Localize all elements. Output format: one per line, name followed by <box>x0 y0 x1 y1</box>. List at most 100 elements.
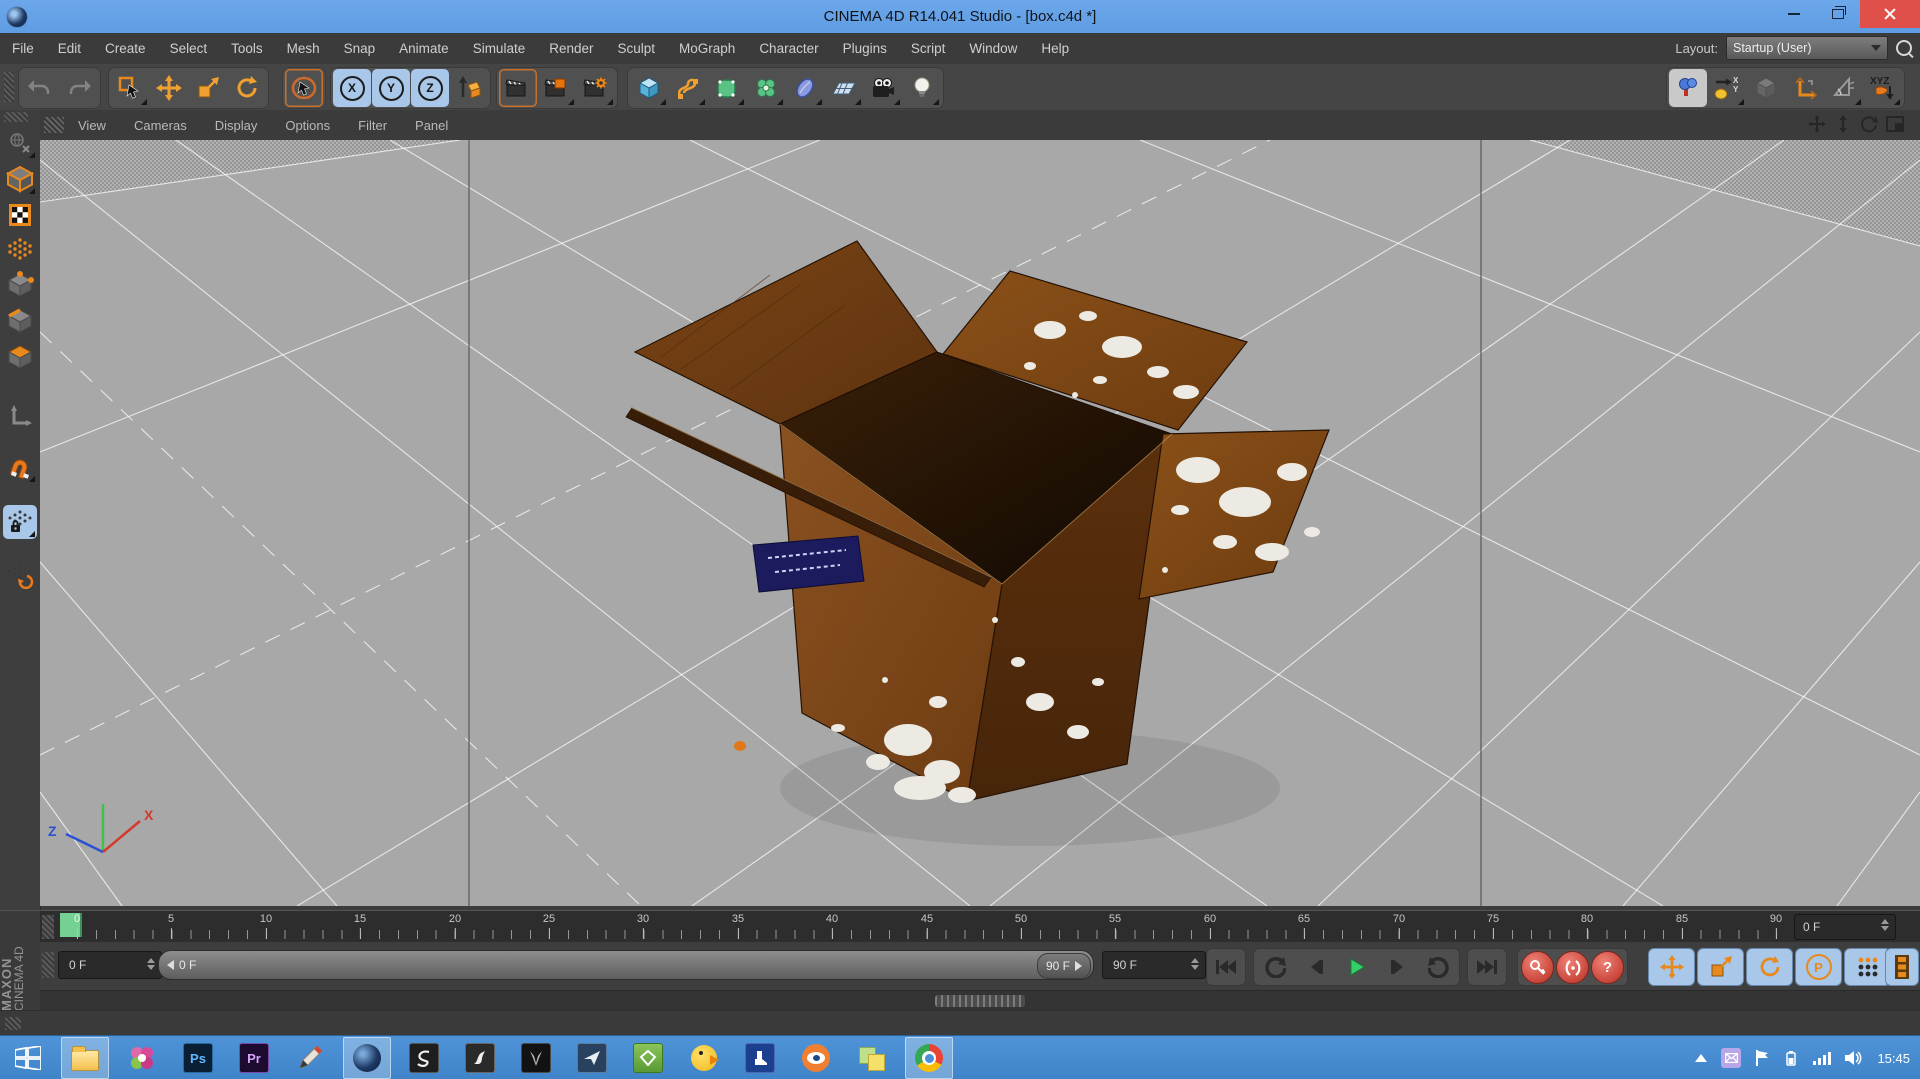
taskbar-file-explorer[interactable] <box>61 1037 109 1079</box>
current-frame-field[interactable]: 0 F <box>1794 914 1896 940</box>
add-subdivision-surface-button[interactable] <box>708 69 746 107</box>
start-frame-field[interactable]: 0 F <box>58 951 162 979</box>
menu-select[interactable]: Select <box>158 41 220 56</box>
viewport-grip[interactable] <box>44 117 64 133</box>
taskbar-blue-app[interactable] <box>569 1038 615 1078</box>
menu-script[interactable]: Script <box>899 41 958 56</box>
redo-button[interactable] <box>60 69 98 107</box>
previous-frame-button[interactable] <box>1295 949 1336 985</box>
play-button[interactable] <box>1336 949 1377 985</box>
start-frame-stepper[interactable] <box>147 958 155 970</box>
mail-tray-icon[interactable] <box>1721 1048 1742 1068</box>
add-camera-button[interactable] <box>864 69 902 107</box>
action-center-flag-icon[interactable] <box>1755 1050 1769 1066</box>
taskbar-sketch-app[interactable] <box>287 1038 333 1078</box>
network-signal-icon[interactable] <box>1813 1051 1832 1065</box>
speaker-icon[interactable] <box>1845 1050 1863 1066</box>
move-tool-button[interactable] <box>150 69 188 107</box>
menu-sculpt[interactable]: Sculpt <box>606 41 668 56</box>
add-floor-button[interactable] <box>825 69 863 107</box>
menu-edit[interactable]: Edit <box>46 41 93 56</box>
taskbar-cinema4d[interactable] <box>343 1037 391 1079</box>
menu-help[interactable]: Help <box>1029 41 1081 56</box>
workplane-tool-button[interactable]: XY <box>1708 69 1746 107</box>
workplane-mode-button[interactable] <box>3 232 37 266</box>
taskbar-green-app[interactable] <box>625 1038 671 1078</box>
lock-x-axis-button[interactable]: X <box>333 69 371 107</box>
lock-z-axis-button[interactable]: Z <box>411 69 449 107</box>
taskbar-media-app[interactable] <box>119 1038 165 1078</box>
menu-simulate[interactable]: Simulate <box>461 41 538 56</box>
go-to-start-button[interactable] <box>1206 948 1246 986</box>
lock-workplane-button[interactable] <box>3 505 37 539</box>
play-forwards-button[interactable] <box>1418 949 1459 985</box>
taskbar-sticky-notes[interactable] <box>849 1038 895 1078</box>
taskbar-premiere[interactable]: Pr <box>231 1038 277 1078</box>
taskbar-app-s[interactable] <box>401 1038 447 1078</box>
vp-menu-options[interactable]: Options <box>271 118 344 133</box>
menu-mograph[interactable]: MoGraph <box>667 41 747 56</box>
render-settings-button[interactable] <box>577 69 615 107</box>
minimize-button[interactable] <box>1772 0 1816 28</box>
go-to-end-button[interactable] <box>1467 948 1507 986</box>
transport-grip[interactable] <box>42 952 54 978</box>
scrollbar-thumb[interactable] <box>935 995 1025 1007</box>
add-light-button[interactable] <box>903 69 941 107</box>
end-frame-field[interactable]: 90 F <box>1102 951 1206 979</box>
cardboard-box-model[interactable] <box>625 240 1330 846</box>
render-view-button[interactable] <box>499 69 537 107</box>
menu-window[interactable]: Window <box>957 41 1029 56</box>
next-frame-button[interactable] <box>1377 949 1418 985</box>
menu-file[interactable]: File <box>0 41 46 56</box>
viewport-toggle-icon[interactable] <box>1884 112 1906 136</box>
end-frame-stepper[interactable] <box>1191 958 1199 970</box>
menu-render[interactable]: Render <box>537 41 605 56</box>
ruler-grip[interactable] <box>42 915 54 939</box>
menu-character[interactable]: Character <box>747 41 830 56</box>
key-scale-button[interactable] <box>1697 948 1744 986</box>
key-pla-button[interactable] <box>1844 948 1891 986</box>
vp-menu-panel[interactable]: Panel <box>401 118 462 133</box>
toolbar-grip[interactable] <box>4 72 14 102</box>
add-mograph-cloner-button[interactable] <box>747 69 785 107</box>
snap-enable-button[interactable] <box>3 450 37 484</box>
hidden-icons-chevron[interactable] <box>1695 1054 1708 1062</box>
status-grip[interactable] <box>5 1017 21 1030</box>
selection-tool-button[interactable] <box>111 69 149 107</box>
taskbar-chrome[interactable] <box>905 1037 953 1079</box>
battery-icon[interactable] <box>1783 1050 1799 1066</box>
undo-button[interactable] <box>21 69 59 107</box>
menu-plugins[interactable]: Plugins <box>831 41 899 56</box>
taskbar-zbrush[interactable] <box>457 1038 503 1078</box>
menu-snap[interactable]: Snap <box>332 41 388 56</box>
timeline-window-button[interactable] <box>1885 948 1919 986</box>
taskbar-photoshop[interactable]: Ps <box>175 1038 221 1078</box>
snap-settings-button[interactable] <box>1825 69 1863 107</box>
key-parameter-button[interactable]: P <box>1795 948 1842 986</box>
key-position-button[interactable] <box>1648 948 1695 986</box>
taskbar-cyberduck[interactable] <box>681 1038 727 1078</box>
taskbar-blender[interactable] <box>793 1038 839 1078</box>
viewport-zoom-icon[interactable] <box>1832 112 1854 136</box>
frame-stepper[interactable] <box>1881 919 1889 931</box>
restore-button[interactable] <box>1816 0 1860 28</box>
coordinate-system-button[interactable] <box>450 69 488 107</box>
key-rotation-button[interactable] <box>1746 948 1793 986</box>
edges-mode-button[interactable] <box>3 304 37 338</box>
vp-menu-filter[interactable]: Filter <box>344 118 401 133</box>
layout-dropdown[interactable]: Startup (User) <box>1726 36 1888 60</box>
menu-create[interactable]: Create <box>93 41 158 56</box>
horizontal-scrollbar[interactable] <box>40 990 1920 1011</box>
close-button[interactable] <box>1860 0 1920 28</box>
taskbar-dark-app[interactable] <box>513 1038 559 1078</box>
menu-animate[interactable]: Animate <box>387 41 461 56</box>
polygons-mode-button[interactable] <box>3 340 37 374</box>
live-selection-button[interactable] <box>285 69 323 107</box>
slider-right-handle[interactable]: 90 F <box>1036 953 1091 979</box>
rotate-tool-button[interactable] <box>228 69 266 107</box>
frame-range-slider[interactable]: 0 F 90 F <box>158 950 1094 980</box>
record-keyframe-button[interactable] <box>1521 951 1554 984</box>
rail-grip[interactable] <box>4 112 28 122</box>
viewport-canvas[interactable]: Z X <box>39 139 1920 907</box>
coordinates-manager-button[interactable]: XYZ <box>1864 69 1902 107</box>
